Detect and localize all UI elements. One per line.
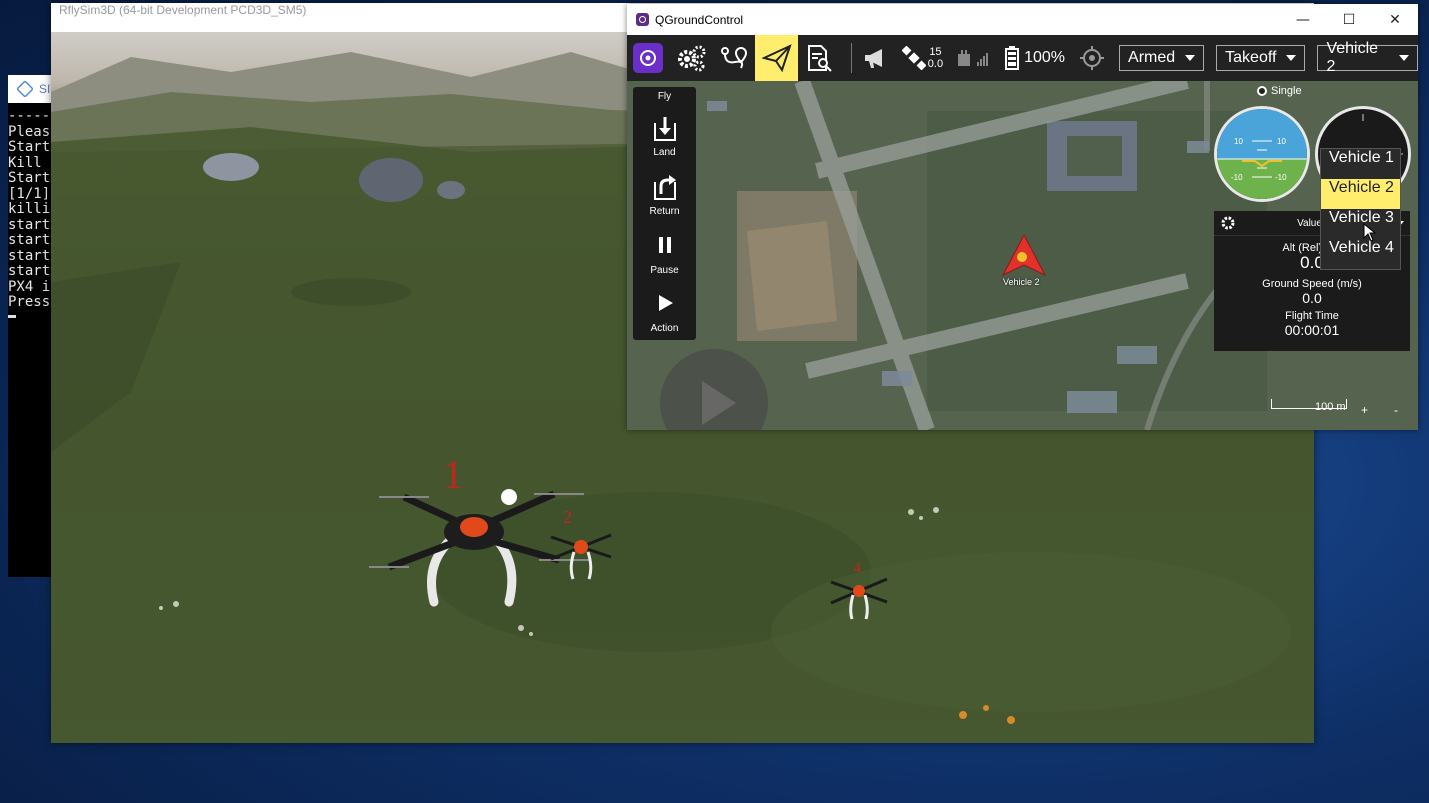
- play-icon: [658, 295, 673, 311]
- action-button[interactable]: Action: [633, 291, 696, 334]
- pitch-mark-down-right: -10: [1275, 173, 1287, 182]
- rc-signal-icon: [958, 50, 989, 66]
- fly-map[interactable]: Fly Land Return Pause Action Vehicle 2 S…: [627, 81, 1418, 430]
- drone-2: 2: [550, 507, 612, 580]
- vehicle-setup-button[interactable]: [670, 35, 713, 81]
- drone-2-label: 2: [563, 507, 572, 527]
- terminal-cursor: [8, 314, 16, 318]
- qgc-app-icon: [636, 13, 649, 26]
- return-button[interactable]: Return: [633, 174, 696, 217]
- arm-status-label: Armed: [1128, 49, 1176, 66]
- fly-button[interactable]: [755, 35, 799, 81]
- mouse-cursor-icon: [1363, 223, 1377, 242]
- toolbar-divider: [850, 43, 852, 73]
- attitude-indicator: 10 10 -10 -10: [1214, 106, 1310, 202]
- land-label: Land: [653, 147, 676, 158]
- flight-time-value: 00:00:01: [1284, 322, 1340, 338]
- map-scale-label: 100 m: [1315, 401, 1346, 413]
- satellite-count: 15: [929, 46, 942, 58]
- return-label: Return: [649, 206, 680, 217]
- vehicle-map-marker[interactable]: [1001, 233, 1047, 277]
- battery-icon: [1005, 46, 1020, 70]
- vehicle-dropdown-menu: Vehicle 1 Vehicle 2 Vehicle 3 Vehicle 4: [1320, 148, 1401, 270]
- document-search-icon: [808, 45, 833, 72]
- chevron-down-icon: [1286, 55, 1297, 61]
- flight-time-label: Flight Time: [1285, 310, 1339, 322]
- gps-indicator[interactable]: 15 0.0: [901, 46, 944, 70]
- pitch-mark-down-left: -10: [1231, 173, 1243, 182]
- maximize-button[interactable]: ☐: [1326, 4, 1372, 35]
- action-label: Action: [650, 323, 679, 334]
- drone-1-label: 1: [443, 452, 463, 497]
- single-vehicle-radio[interactable]: Single: [1257, 85, 1302, 97]
- vehicle-selector-dropdown[interactable]: Vehicle 2: [1317, 40, 1418, 75]
- pitch-mark-up-left: 10: [1234, 137, 1243, 146]
- artificial-horizon: 10 10 -10 -10: [1217, 109, 1307, 199]
- gps-position-indicator[interactable]: [1079, 45, 1105, 71]
- zoom-out-button[interactable]: -: [1394, 403, 1398, 417]
- fly-tools-panel: Fly Land Return Pause Action: [633, 87, 696, 340]
- drone-4: 4: [830, 560, 888, 620]
- close-button[interactable]: ✕: [1372, 4, 1418, 35]
- battery-percent: 100%: [1024, 49, 1066, 66]
- single-label: Single: [1271, 85, 1302, 97]
- crosshair-icon: [1080, 46, 1105, 70]
- chevron-down-icon: [1399, 55, 1409, 61]
- qgc-window[interactable]: QGroundControl — ☐ ✕ 15 0.0 100% Armed T…: [627, 4, 1418, 430]
- plan-button[interactable]: [713, 35, 756, 81]
- drone-4-label: 4: [853, 560, 861, 577]
- vehicle-selector-label: Vehicle 2: [1326, 40, 1379, 75]
- zoom-in-button[interactable]: +: [1361, 403, 1368, 417]
- plan-route-icon: [720, 46, 747, 69]
- vehicle-map-label: Vehicle 2: [1003, 277, 1040, 287]
- pause-icon: [658, 237, 671, 253]
- vehicle-option-3[interactable]: Vehicle 3: [1321, 209, 1400, 239]
- hdop-value: 0.0: [927, 58, 944, 70]
- radio-selected-icon: [1257, 86, 1267, 96]
- qgc-logo-icon: [640, 50, 657, 66]
- messages-indicator[interactable]: [862, 47, 888, 69]
- satellite-icon: [901, 46, 926, 70]
- megaphone-icon: [864, 49, 882, 68]
- sitl-logo-icon: [16, 80, 34, 98]
- paper-plane-icon: [761, 44, 792, 72]
- arm-status-dropdown[interactable]: Armed: [1119, 45, 1205, 71]
- gears-icon: [678, 45, 706, 72]
- ground-speed-label: Ground Speed (m/s): [1262, 278, 1362, 290]
- flight-mode-label: Takeoff: [1225, 49, 1277, 66]
- fly-panel-header: Fly: [657, 91, 672, 102]
- qgc-toolbar: 15 0.0 100% Armed Takeoff Vehicle 2: [627, 35, 1418, 81]
- rc-rssi-indicator[interactable]: [957, 48, 991, 68]
- return-icon: [653, 175, 676, 200]
- minimize-button[interactable]: —: [1280, 4, 1326, 35]
- vehicle-option-1[interactable]: Vehicle 1: [1321, 149, 1400, 179]
- qgc-logo-button[interactable]: [627, 35, 670, 81]
- analyze-button[interactable]: [798, 35, 841, 81]
- qgc-title: QGroundControl: [655, 12, 744, 27]
- pause-label: Pause: [650, 265, 679, 276]
- flight-mode-dropdown[interactable]: Takeoff: [1216, 45, 1306, 71]
- pause-button[interactable]: Pause: [633, 233, 696, 276]
- pitch-mark-up-right: 10: [1277, 137, 1286, 146]
- battery-indicator[interactable]: 100%: [1005, 46, 1065, 70]
- vehicle-option-4[interactable]: Vehicle 4: [1321, 239, 1400, 269]
- vehicle-option-2[interactable]: Vehicle 2: [1321, 179, 1400, 209]
- chevron-down-icon: [1185, 55, 1196, 61]
- land-button[interactable]: Land: [633, 115, 696, 158]
- ground-speed-value: 0.0: [1302, 290, 1322, 306]
- qgc-titlebar[interactable]: QGroundControl — ☐ ✕: [627, 4, 1418, 35]
- land-icon: [653, 117, 676, 141]
